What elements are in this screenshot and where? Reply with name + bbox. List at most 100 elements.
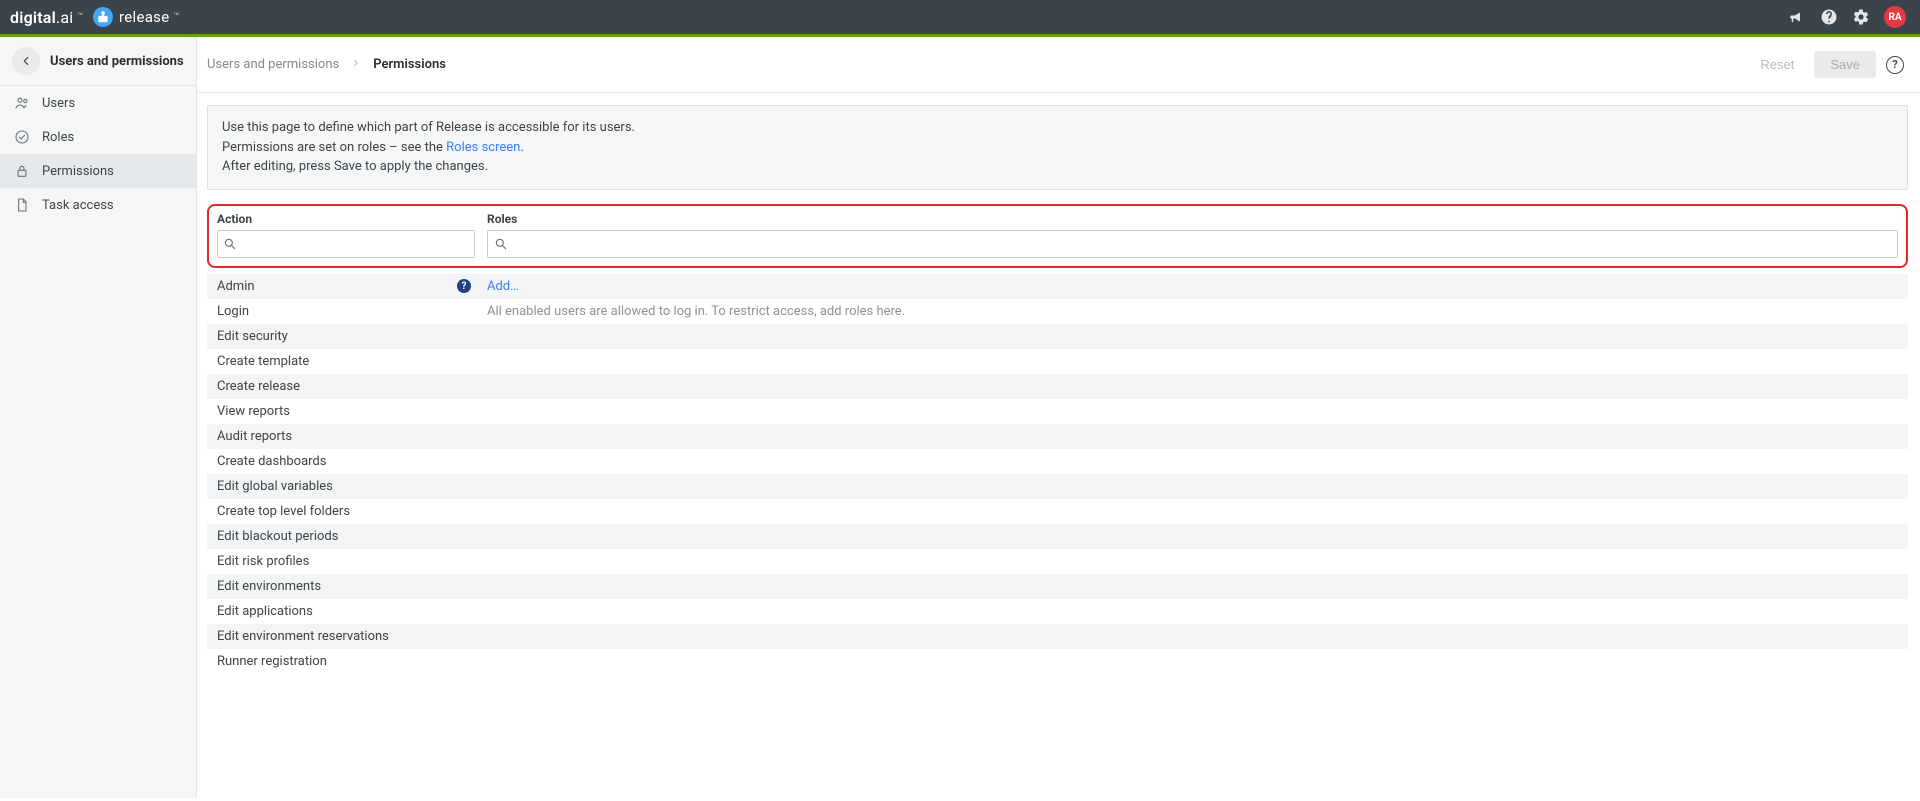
permission-action: Edit environment reservations	[207, 629, 477, 644]
info-line-2: Permissions are set on roles – see the R…	[222, 138, 1893, 158]
filter-roles-label: Roles	[487, 212, 1898, 226]
permission-roles[interactable]: Add…	[477, 279, 1908, 294]
sidebar-item-roles[interactable]: Roles	[0, 120, 196, 154]
save-button[interactable]: Save	[1814, 51, 1876, 78]
sidebar-item-label: Permissions	[42, 164, 114, 179]
permission-action: Edit environments	[207, 579, 477, 594]
chevron-right-icon	[351, 57, 361, 72]
avatar[interactable]: RA	[1884, 6, 1906, 28]
table-row: Edit environment reservations	[207, 624, 1908, 649]
table-row: Login All enabled users are allowed to lo…	[207, 299, 1908, 324]
permission-action-label: Edit security	[217, 329, 288, 344]
permission-action: Runner registration	[207, 654, 477, 669]
roles-search[interactable]	[487, 230, 1898, 258]
info-line-1: Use this page to define which part of Re…	[222, 118, 1893, 138]
permission-action: View reports	[207, 404, 477, 419]
filters-row: Action Roles	[207, 204, 1908, 268]
sidebar: Users and permissions Users Roles Permis…	[0, 37, 197, 798]
permission-action-label: Runner registration	[217, 654, 327, 669]
back-button[interactable]	[12, 47, 40, 75]
sidebar-item-label: Users	[42, 96, 75, 111]
breadcrumb-root[interactable]: Users and permissions	[207, 57, 339, 72]
permission-action: Edit applications	[207, 604, 477, 619]
brand-logo-main: digital	[10, 8, 56, 27]
table-row: Edit applications	[207, 599, 1908, 624]
permission-action-label: Audit reports	[217, 429, 292, 444]
table-row: Edit environments	[207, 574, 1908, 599]
roles-screen-link[interactable]: Roles screen	[446, 140, 520, 155]
table-row: Create template	[207, 349, 1908, 374]
content: Use this page to define which part of Re…	[197, 93, 1920, 674]
reset-button[interactable]: Reset	[1750, 51, 1804, 78]
main: Users and permissions Permissions Reset …	[197, 37, 1920, 798]
permission-action-label: Edit environment reservations	[217, 629, 389, 644]
action-search-input[interactable]	[242, 231, 474, 257]
table-row: Create release	[207, 374, 1908, 399]
info-line-3: After editing, press Save to apply the c…	[222, 157, 1893, 177]
gear-icon[interactable]	[1852, 8, 1870, 26]
permission-action: Edit global variables	[207, 479, 477, 494]
page-actions: Reset Save ?	[1750, 51, 1904, 78]
permission-action-label: Edit blackout periods	[217, 529, 338, 544]
permission-action: Audit reports	[207, 429, 477, 444]
sidebar-item-label: Task access	[42, 198, 114, 213]
table-row: View reports	[207, 399, 1908, 424]
roles-search-input[interactable]	[514, 231, 1897, 257]
table-row: Edit global variables	[207, 474, 1908, 499]
brand-logo-suffix: .ai	[56, 8, 73, 27]
table-row: Runner registration	[207, 649, 1908, 674]
permission-action: Login	[207, 304, 477, 319]
breadcrumb-current: Permissions	[373, 57, 446, 72]
permission-action: Create template	[207, 354, 477, 369]
table-row: Edit blackout periods	[207, 524, 1908, 549]
permission-action-label: Edit global variables	[217, 479, 333, 494]
table-row: Admin?Add…	[207, 274, 1908, 299]
sidebar-item-users[interactable]: Users	[0, 86, 196, 120]
action-search[interactable]	[217, 230, 475, 258]
side-nav: Users Roles Permissions Task access	[0, 86, 196, 222]
permission-action-label: Edit applications	[217, 604, 313, 619]
permission-roles[interactable]: All enabled users are allowed to log in.…	[477, 304, 1908, 319]
help-icon[interactable]	[1820, 8, 1838, 26]
permission-action-label: Login	[217, 304, 249, 319]
page-help-icon[interactable]: ?	[1886, 56, 1904, 74]
breadcrumb-bar: Users and permissions Permissions Reset …	[197, 37, 1920, 93]
breadcrumb: Users and permissions Permissions	[207, 57, 446, 72]
info-box: Use this page to define which part of Re…	[207, 105, 1908, 190]
brand-tm: ™	[77, 12, 83, 22]
table-row: Edit risk profiles	[207, 549, 1908, 574]
row-help-icon[interactable]: ?	[457, 279, 471, 293]
lock-icon	[14, 163, 30, 179]
permission-action-label: Edit risk profiles	[217, 554, 309, 569]
table-row: Create dashboards	[207, 449, 1908, 474]
sidebar-header: Users and permissions	[0, 37, 196, 86]
permission-action: Edit security	[207, 329, 477, 344]
table-row: Create top level folders	[207, 499, 1908, 524]
permission-action-label: Create top level folders	[217, 504, 350, 519]
check-circle-icon	[14, 129, 30, 145]
sidebar-item-permissions[interactable]: Permissions	[0, 154, 196, 188]
permission-action-label: View reports	[217, 404, 290, 419]
announcement-icon[interactable]	[1788, 8, 1806, 26]
table-row: Edit security	[207, 324, 1908, 349]
brand-release-text: release	[119, 8, 169, 26]
search-icon	[218, 237, 242, 251]
sidebar-title: Users and permissions	[50, 54, 184, 69]
filter-action-label: Action	[217, 212, 475, 226]
header-actions: RA	[1788, 6, 1906, 28]
permission-action-label: Create dashboards	[217, 454, 326, 469]
permission-action-label: Edit environments	[217, 579, 321, 594]
permission-action: Edit risk profiles	[207, 554, 477, 569]
table-row: Audit reports	[207, 424, 1908, 449]
permission-action-label: Create release	[217, 379, 300, 394]
add-roles-link[interactable]: Add…	[487, 279, 519, 294]
search-icon	[488, 237, 514, 251]
brand-logo: digital.ai	[10, 8, 73, 27]
permission-action-label: Create template	[217, 354, 309, 369]
brand: digital.ai ™ release ™	[10, 7, 179, 27]
info-line-2-prefix: Permissions are set on roles – see the	[222, 140, 446, 155]
release-icon	[93, 7, 113, 27]
file-icon	[14, 197, 30, 213]
sidebar-item-task-access[interactable]: Task access	[0, 188, 196, 222]
permission-action: Create dashboards	[207, 454, 477, 469]
